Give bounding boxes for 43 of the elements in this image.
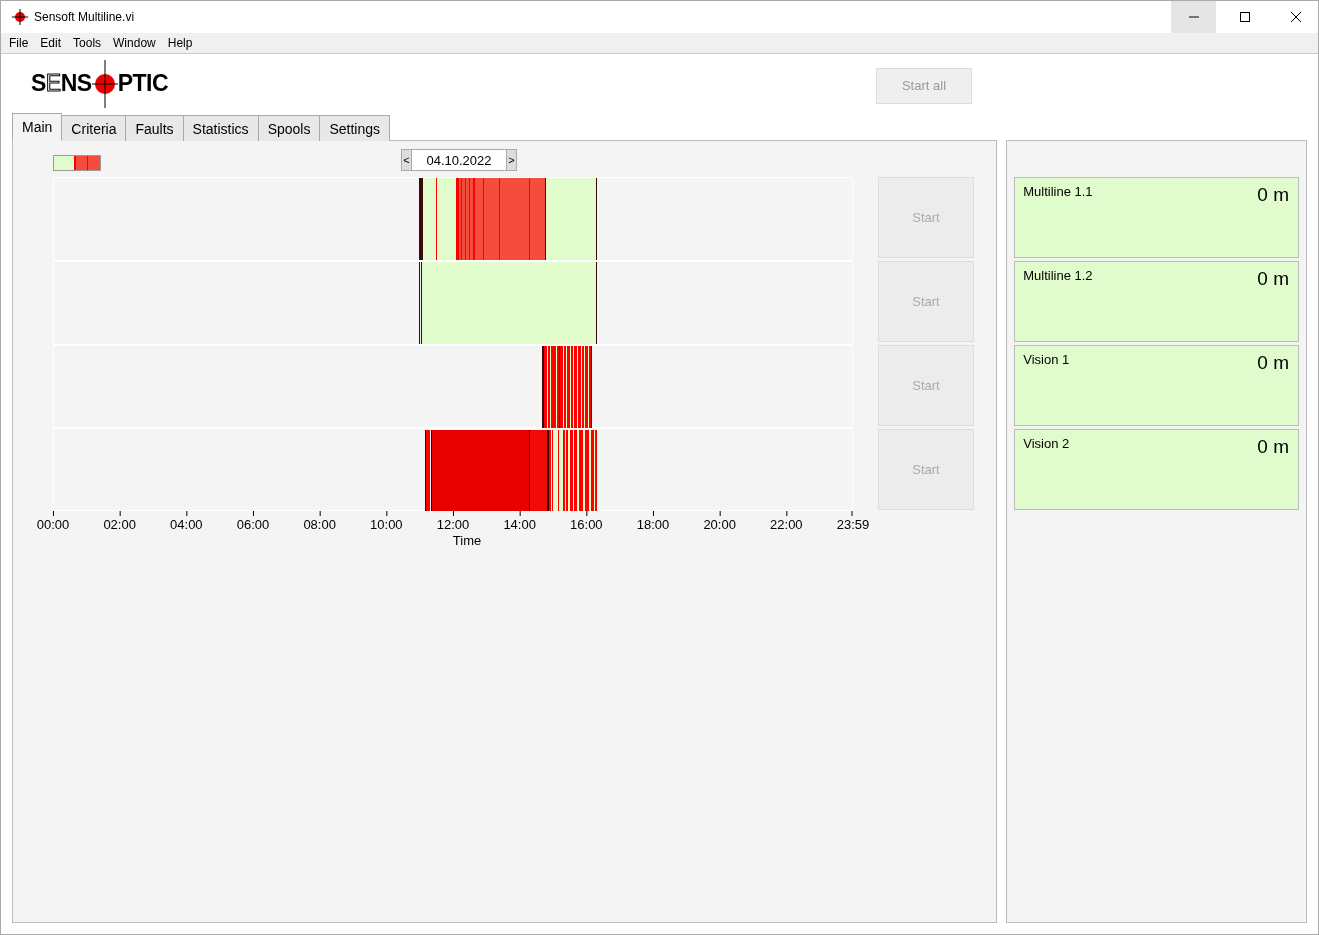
tab[interactable]: Criteria <box>61 115 127 141</box>
axis-tick-label: 10:00 <box>370 517 403 532</box>
line-name: Vision 1 <box>1023 352 1070 367</box>
menu-item[interactable]: Tools <box>67 36 108 50</box>
maximize-icon <box>1239 12 1250 22</box>
axis-tick-label: 18:00 <box>636 517 670 532</box>
color-legend-drawing <box>53 155 101 171</box>
menu-item[interactable]: Help <box>161 36 199 50</box>
axis-tick-label: 06:00 <box>236 517 270 532</box>
line-name: Vision 2 <box>1023 436 1070 451</box>
axis-tick-label: 16:00 <box>570 517 603 532</box>
axis-label: Time <box>451 533 483 548</box>
menu-item[interactable]: Window <box>107 36 162 50</box>
tab[interactable]: Settings <box>319 115 391 141</box>
date-field[interactable]: 04.10.2022 <box>412 149 506 171</box>
axis-tick-label: 08:00 <box>303 517 336 532</box>
menu-item[interactable]: File <box>3 36 35 50</box>
axis-tick-label: 02:00 <box>103 517 136 532</box>
line-name: Multiline 1.2 <box>1023 268 1093 283</box>
length-value: 0 m <box>1257 184 1289 206</box>
length-value: 0 m <box>1257 352 1289 374</box>
minimize-button[interactable] <box>1171 1 1216 33</box>
axis-tick-label: 04:00 <box>170 517 203 532</box>
axis-tick-label: 14:00 <box>503 517 536 532</box>
axis-tick-label: 00:00 <box>36 517 70 532</box>
length-value: 0 m <box>1257 436 1289 458</box>
length-value: 0 m <box>1257 268 1289 290</box>
line-name: Multiline 1.1 <box>1023 184 1093 199</box>
previous-date-button[interactable]: < <box>401 149 412 171</box>
menu-item[interactable]: Edit <box>34 36 68 50</box>
tab[interactable]: Main <box>12 113 63 141</box>
axis-tick-label: 12:00 <box>436 517 470 532</box>
tab[interactable]: Faults <box>125 115 184 141</box>
axis-tick-label: 20:00 <box>703 517 736 532</box>
crosshair-icon <box>12 9 28 25</box>
tab[interactable]: Statistics <box>182 115 259 141</box>
tab[interactable]: Spools <box>257 115 321 141</box>
next-date-button[interactable]: > <box>506 149 517 171</box>
axis-tick-label: 22:00 <box>770 517 803 532</box>
axis-tick-label: 23:59 <box>836 517 870 532</box>
close-icon <box>1290 12 1301 22</box>
logo: SENS PTIC <box>31 59 169 108</box>
window-title: Sensoft Multiline.vi <box>34 10 136 24</box>
